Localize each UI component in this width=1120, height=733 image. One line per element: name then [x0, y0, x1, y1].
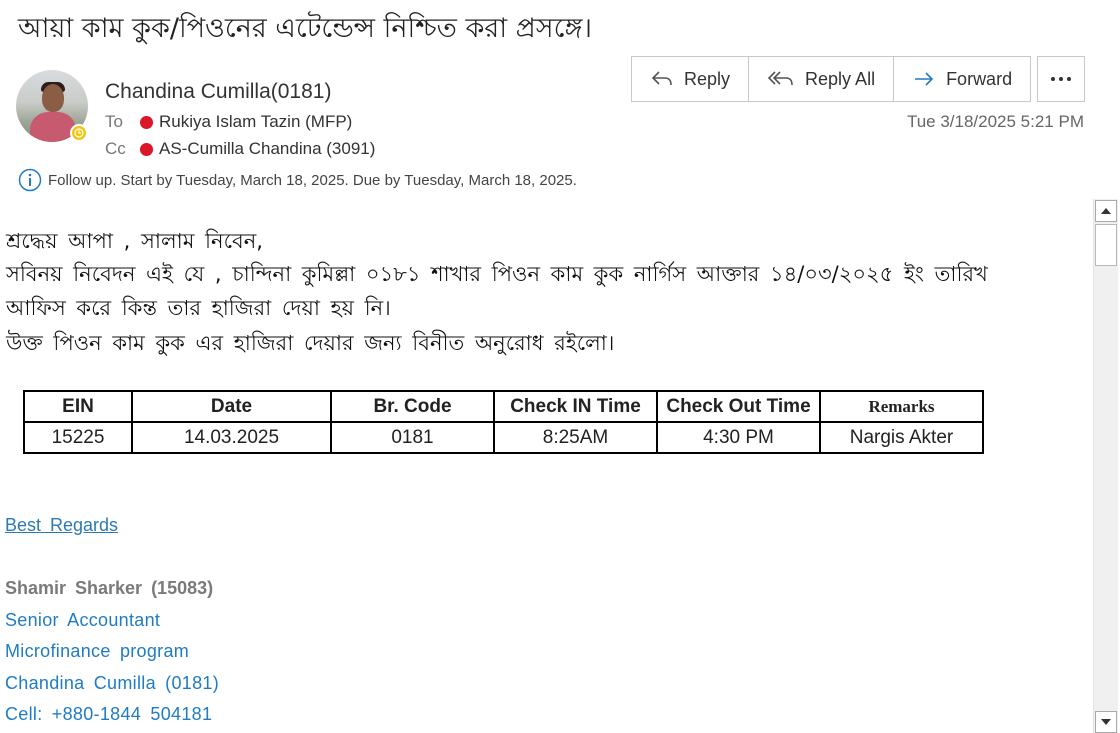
- body-greeting: শ্রদ্ধেয় আপা , সালাম নিবেন,: [6, 229, 263, 253]
- forward-button[interactable]: Forward: [894, 57, 1031, 101]
- forward-button-label: Forward: [946, 68, 1013, 89]
- table-header-row: EIN Date Br. Code Check IN Time Check Ou…: [23, 390, 984, 423]
- signature-title: Senior Accountant: [5, 610, 161, 630]
- cell-check-out: 4:30 PM: [656, 421, 821, 454]
- column-header-remarks: Remarks: [819, 390, 984, 423]
- presence-busy-dot: [140, 142, 153, 156]
- column-header-ein: EIN: [23, 390, 133, 423]
- reply-all-button-label: Reply All: [805, 68, 876, 89]
- body-line: আফিস করে কিন্ত তার হাজিরা দেয়া হয় নি।: [6, 296, 391, 320]
- scroll-down-arrow-icon[interactable]: [1095, 711, 1117, 733]
- reply-icon: [651, 71, 672, 86]
- clock-icon: [70, 124, 88, 142]
- reply-button-label: Reply: [684, 68, 731, 89]
- forward-icon: [915, 72, 934, 86]
- scrollbar-thumb[interactable]: [1095, 224, 1117, 266]
- cc-recipient-name[interactable]: AS-Cumilla Chandina (3091): [159, 139, 375, 159]
- vertical-scrollbar[interactable]: [1093, 199, 1118, 733]
- sender-name[interactable]: Chandina Cumilla(0181): [105, 80, 331, 104]
- table-row: 15225 14.03.2025 0181 8:25AM 4:30 PM Nar…: [23, 421, 984, 454]
- avatar-body: [30, 112, 76, 142]
- to-recipient-name[interactable]: Rukiya Islam Tazin (MFP): [159, 112, 352, 132]
- column-header-check-out: Check Out Time: [656, 390, 821, 423]
- cc-recipient[interactable]: AS-Cumilla Chandina (3091): [140, 139, 375, 159]
- more-actions-button[interactable]: [1037, 56, 1085, 102]
- attendance-table: EIN Date Br. Code Check IN Time Check Ou…: [23, 390, 984, 454]
- avatar-head: [42, 84, 64, 112]
- presence-busy-dot: [140, 115, 153, 129]
- email-subject: আয়া কাম কুক/পিওনের এটেন্ডেন্স নিশ্চিত ক…: [18, 13, 593, 44]
- cell-remarks: Nargis Akter: [819, 421, 984, 454]
- signature-cell: Cell: +880-1844 504181: [5, 704, 213, 724]
- to-label: To: [105, 112, 123, 131]
- message-action-toolbar: Reply Reply All Forward: [631, 56, 1032, 102]
- to-recipient[interactable]: Rukiya Islam Tazin (MFP): [140, 112, 352, 132]
- sent-timestamp: Tue 3/18/2025 5:21 PM: [906, 112, 1084, 131]
- reply-all-button[interactable]: Reply All: [749, 57, 895, 101]
- cell-br-code: 0181: [330, 421, 495, 454]
- cell-date: 14.03.2025: [131, 421, 332, 454]
- body-line: সবিনয় নিবেদন এই যে , চান্দিনা কুমিল্লা …: [6, 262, 988, 286]
- followup-banner: Follow up. Start by Tuesday, March 18, 2…: [18, 168, 577, 192]
- more-icon: [1051, 77, 1071, 81]
- reply-button[interactable]: Reply: [632, 57, 750, 101]
- column-header-check-in: Check IN Time: [493, 390, 658, 423]
- cell-ein: 15225: [23, 421, 133, 454]
- signature-name: Shamir Sharker (15083): [5, 578, 214, 598]
- followup-text: Follow up. Start by Tuesday, March 18, 2…: [48, 171, 577, 189]
- signature-program: Microfinance program: [5, 641, 190, 661]
- signature-branch: Chandina Cumilla (0181): [5, 673, 220, 693]
- body-line: উক্ত পিওন কাম কুক এর হাজিরা দেয়ার জন্য …: [6, 331, 615, 355]
- info-icon: [18, 168, 42, 192]
- reply-all-icon: [767, 71, 793, 86]
- cell-check-in: 8:25AM: [493, 421, 658, 454]
- scroll-up-arrow-icon[interactable]: [1095, 200, 1117, 222]
- column-header-br-code: Br. Code: [330, 390, 495, 423]
- cc-label: Cc: [105, 139, 126, 158]
- signature-closing-link[interactable]: Best Regards: [5, 515, 118, 536]
- column-header-date: Date: [131, 390, 332, 423]
